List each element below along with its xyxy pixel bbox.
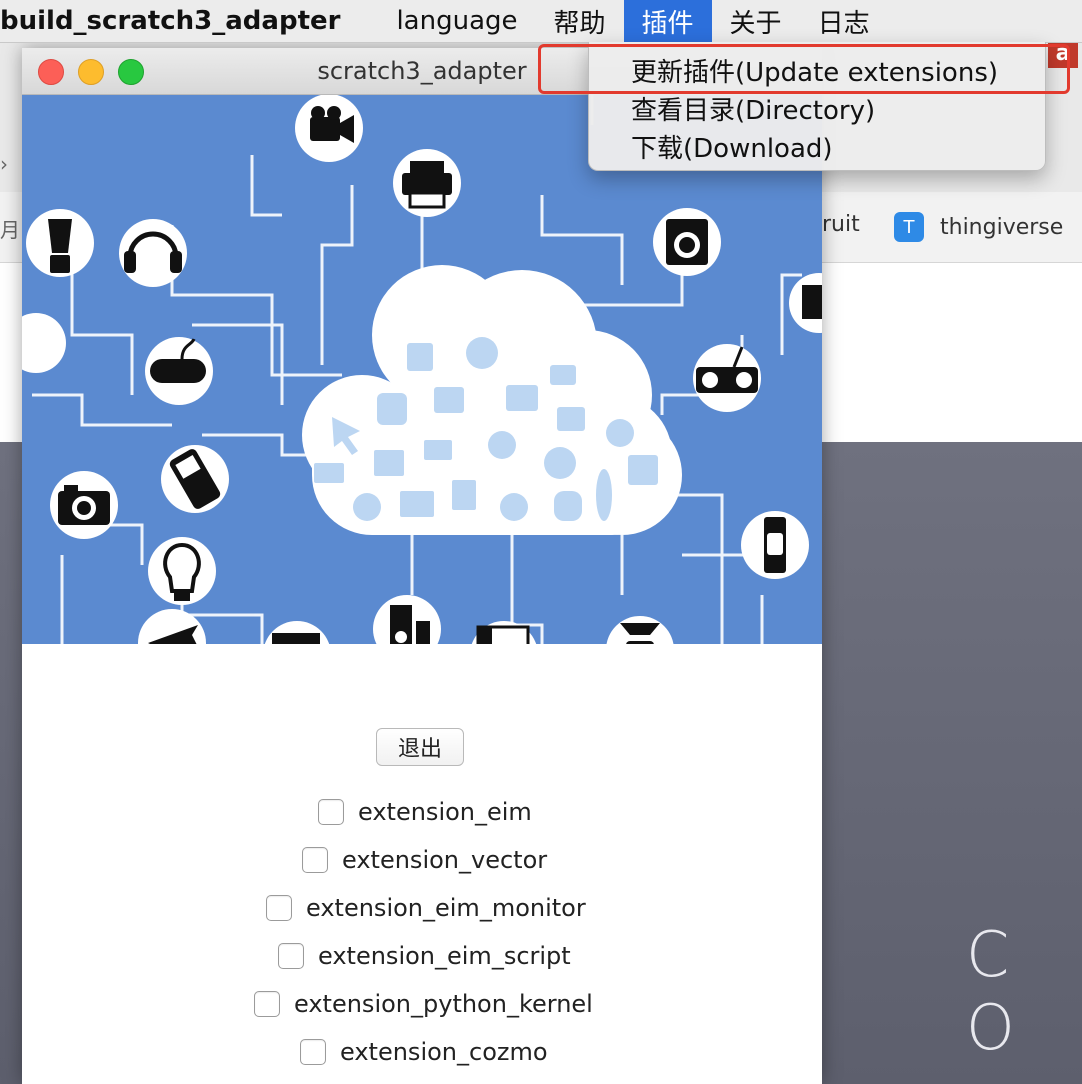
- menu-item-download[interactable]: 下载(Download): [631, 128, 833, 165]
- extension-checkbox[interactable]: [254, 991, 280, 1017]
- menu-about[interactable]: 关于: [712, 0, 800, 42]
- extension-checkbox[interactable]: [278, 943, 304, 969]
- extension-checkbox[interactable]: [300, 1039, 326, 1065]
- app-window: scratch3_adapter 退出 extension_eim extens…: [22, 48, 822, 1084]
- extension-checkbox-row[interactable]: extension_eim_monitor: [266, 894, 586, 922]
- thingiverse-icon: T: [894, 212, 924, 242]
- highlight-annotation: [538, 44, 1070, 94]
- menu-bar: build_scratch3_adapter language 帮助 插件 关于…: [0, 0, 1082, 43]
- app-name-menu[interactable]: build_scratch3_adapter: [0, 6, 340, 36]
- extension-checkbox-row[interactable]: extension_vector: [302, 846, 547, 874]
- menu-log[interactable]: 日志: [800, 0, 888, 42]
- extension-label: extension_vector: [342, 846, 548, 874]
- bookmark-label: thingiverse: [940, 214, 1064, 240]
- extension-checkbox-row[interactable]: extension_eim_script: [278, 942, 571, 970]
- menu-help[interactable]: 帮助: [536, 0, 624, 42]
- quit-button[interactable]: 退出: [376, 728, 464, 766]
- extension-label: extension_cozmo: [340, 1038, 548, 1066]
- hero-image: [22, 95, 822, 644]
- bookmark-ruit[interactable]: ruit: [822, 212, 860, 237]
- menu-plugins[interactable]: 插件: [623, 0, 712, 42]
- extension-checkbox[interactable]: [302, 847, 328, 873]
- page-heading-text: C O: [966, 918, 1021, 1064]
- bookmark-label: ruit: [822, 212, 860, 237]
- partial-arrow: ›: [0, 152, 8, 176]
- extension-checkbox[interactable]: [318, 799, 344, 825]
- menu-language[interactable]: language: [378, 0, 535, 42]
- extension-checkbox-row[interactable]: extension_cozmo: [300, 1038, 548, 1066]
- extension-label: extension_python_kernel: [294, 990, 593, 1018]
- extension-label: extension_eim_monitor: [306, 894, 586, 922]
- menu-item-directory[interactable]: 查看目录(Directory): [631, 90, 875, 127]
- extension-label: extension_eim_script: [318, 942, 571, 970]
- extension-label: extension_eim: [358, 798, 532, 826]
- partial-glyph: 月: [0, 218, 20, 242]
- extension-checkbox-row[interactable]: extension_python_kernel: [254, 990, 593, 1018]
- extension-checkbox-row[interactable]: extension_eim: [318, 798, 532, 826]
- bookmark-thingiverse[interactable]: T thingiverse: [894, 212, 1063, 242]
- extension-checkbox[interactable]: [266, 895, 292, 921]
